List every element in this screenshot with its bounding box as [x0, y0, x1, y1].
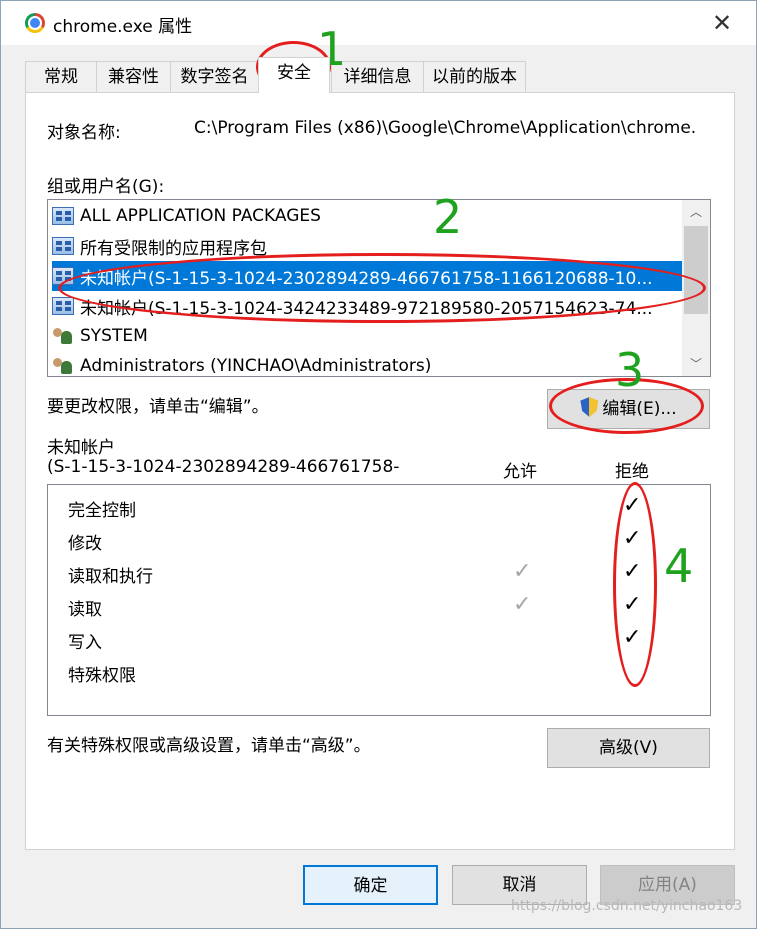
list-item-label: 所有受限制的应用程序包: [80, 238, 267, 259]
list-item[interactable]: SYSTEM: [52, 321, 682, 351]
title-bar: chrome.exe 属性 ✕: [1, 1, 756, 45]
perm-label: 读取: [68, 600, 102, 620]
object-name-value: C:\Program Files (x86)\Google\Chrome\App…: [194, 118, 697, 138]
perm-account-line2: (S-1-15-3-1024-2302894289-466761758-: [47, 457, 400, 477]
package-icon: [52, 207, 74, 225]
tab-security[interactable]: 安全: [258, 57, 330, 93]
watermark: https://blog.csdn.net/yinchao163: [511, 898, 743, 914]
perm-label: 修改: [68, 534, 102, 554]
list-item[interactable]: ALL APPLICATION PACKAGES: [52, 201, 682, 231]
close-button[interactable]: ✕: [707, 9, 737, 39]
perm-label: 完全控制: [68, 501, 136, 521]
permissions-list: 完全控制 ✓ 修改 ✓ 读取和执行 ✓ ✓ 读取 ✓ ✓ 写入 ✓ 特殊权限: [47, 484, 711, 716]
list-item-label: ALL APPLICATION PACKAGES: [80, 206, 321, 226]
chrome-icon: [25, 13, 45, 33]
perm-label: 特殊权限: [68, 666, 136, 686]
annotation-oval-2: [58, 253, 706, 323]
scroll-down-arrow-icon[interactable]: ﹀: [682, 352, 710, 376]
list-item[interactable]: Administrators (YINCHAO\Administrators): [52, 351, 682, 376]
perm-label: 读取和执行: [68, 567, 153, 587]
window-title: chrome.exe 属性: [53, 17, 193, 37]
object-name-label: 对象名称:: [47, 123, 121, 143]
advanced-button[interactable]: 高级(V): [547, 728, 710, 768]
tab-digital-signatures[interactable]: 数字签名: [170, 61, 259, 92]
annotation-number-3: 3: [615, 343, 645, 397]
properties-dialog: chrome.exe 属性 ✕ 常规 兼容性 数字签名 安全 详细信息 以前的版…: [0, 0, 757, 929]
package-icon: [52, 237, 74, 255]
list-item-label: Administrators (YINCHAO\Administrators): [80, 356, 432, 376]
deny-column-header: 拒绝: [615, 462, 649, 482]
perm-label: 写入: [68, 633, 102, 653]
groups-label: 组或用户名(G):: [47, 177, 165, 197]
allow-column-header: 允许: [503, 462, 537, 482]
tab-previous-versions[interactable]: 以前的版本: [423, 61, 526, 92]
allow-check-icon: ✓: [513, 592, 532, 617]
edit-hint: 要更改权限，请单击“编辑”。: [47, 397, 269, 417]
list-item-label: SYSTEM: [80, 326, 148, 346]
scroll-up-arrow-icon[interactable]: ︿: [682, 200, 710, 224]
users-icon: [52, 327, 74, 345]
package-icon: [52, 297, 74, 315]
perm-account-line1: 未知帐户: [47, 438, 115, 458]
tab-compatibility[interactable]: 兼容性: [96, 61, 171, 92]
users-icon: [52, 357, 74, 375]
annotation-number-4: 4: [664, 539, 694, 593]
annotation-number-2: 2: [433, 190, 463, 244]
advanced-hint: 有关特殊权限或高级设置，请单击“高级”。: [47, 736, 371, 756]
ok-button[interactable]: 确定: [303, 865, 438, 905]
scroll-thumb[interactable]: [684, 226, 708, 314]
tab-general[interactable]: 常规: [25, 61, 97, 92]
allow-check-icon: ✓: [513, 559, 532, 584]
annotation-oval-4: [613, 482, 657, 687]
